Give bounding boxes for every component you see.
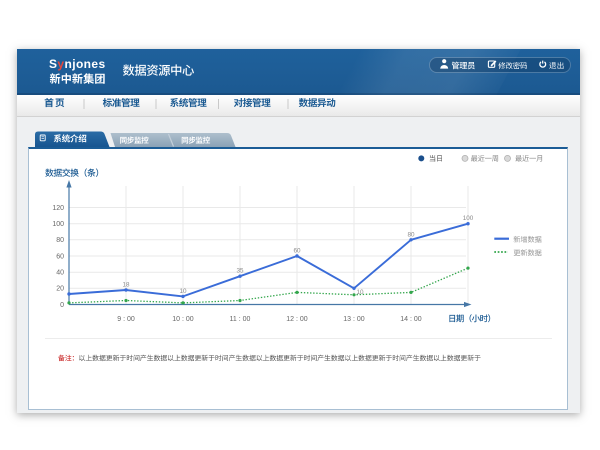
svg-text:120: 120 xyxy=(52,205,64,212)
svg-text:35: 35 xyxy=(236,268,244,275)
svg-text:12 : 00: 12 : 00 xyxy=(286,316,308,323)
svg-text:18: 18 xyxy=(122,282,130,289)
svg-text:80: 80 xyxy=(56,237,64,244)
svg-text:10: 10 xyxy=(357,289,365,296)
svg-text:20: 20 xyxy=(56,286,64,293)
svg-text:100: 100 xyxy=(52,221,64,228)
svg-text:40: 40 xyxy=(56,270,64,277)
svg-text:100: 100 xyxy=(463,215,474,222)
svg-text:9 : 00: 9 : 00 xyxy=(117,316,135,323)
svg-text:10 : 00: 10 : 00 xyxy=(172,316,194,323)
svg-text:10: 10 xyxy=(179,288,187,295)
svg-text:0: 0 xyxy=(60,302,64,309)
svg-text:11 : 00: 11 : 00 xyxy=(230,316,251,323)
svg-text:14 : 00: 14 : 00 xyxy=(400,316,422,323)
svg-text:60: 60 xyxy=(56,253,64,260)
svg-text:60: 60 xyxy=(293,248,301,255)
svg-text:80: 80 xyxy=(407,231,415,238)
svg-text:13 : 00: 13 : 00 xyxy=(343,316,365,323)
